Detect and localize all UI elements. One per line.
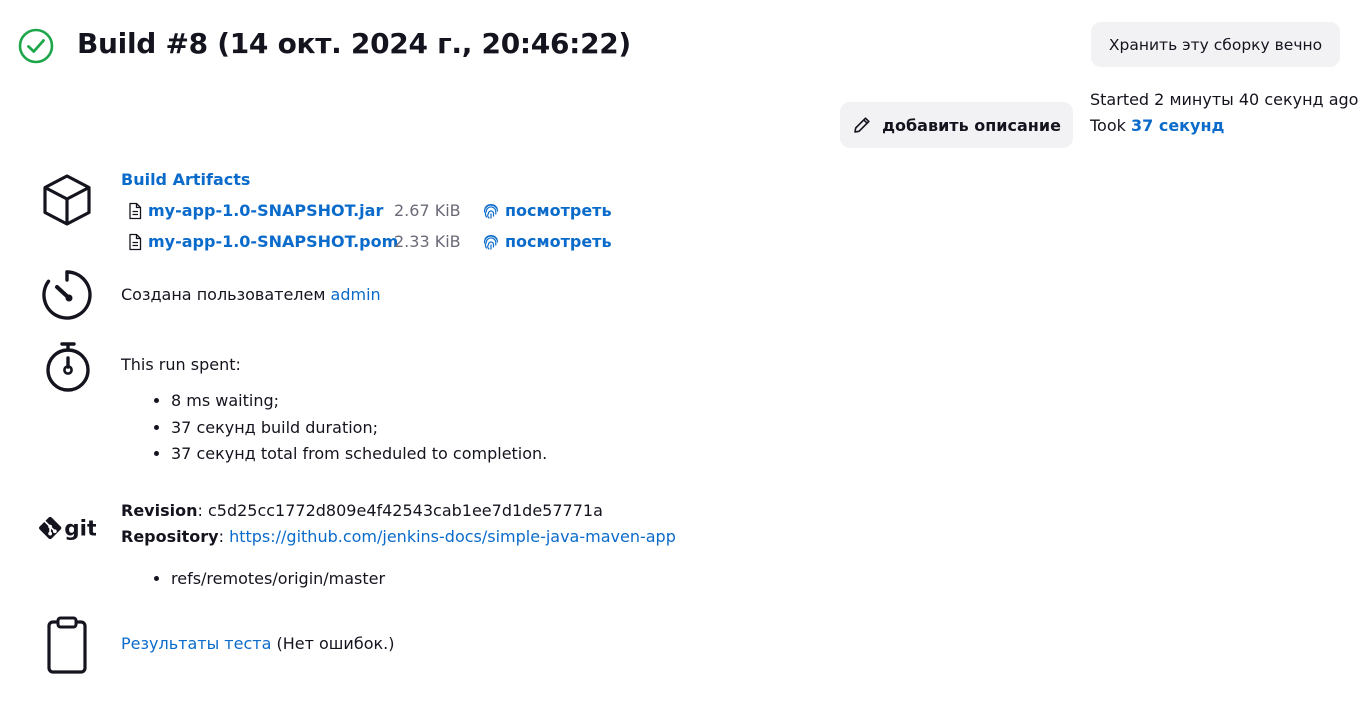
run-spent-title: This run spent: xyxy=(121,355,241,374)
keep-forever-button[interactable]: Хранить эту сборку вечно xyxy=(1091,22,1340,67)
took-duration-link[interactable]: 37 секунд xyxy=(1131,116,1224,135)
run-spent: This run spent: 8 ms waiting; 37 секунд … xyxy=(121,355,547,468)
list-item: 37 секунд total from scheduled to comple… xyxy=(171,441,547,468)
build-timing: Started 2 минуты 40 секунд ago Took 37 с… xyxy=(1090,87,1358,139)
artifact-view-link[interactable]: посмотреть xyxy=(505,201,612,220)
took-prefix: Took xyxy=(1090,116,1126,135)
user-link[interactable]: admin xyxy=(331,285,381,304)
branch-item: refs/remotes/origin/master xyxy=(171,566,676,592)
test-results: Результаты теста (Нет ошибок.) xyxy=(121,634,394,653)
artifact-file-link[interactable]: my-app-1.0-SNAPSHOT.jar xyxy=(148,201,394,220)
artifact-size: 2.33 KiB xyxy=(394,232,461,251)
revision-line: Revision: c5d25cc1772d809e4f42543cab1ee7… xyxy=(121,501,603,520)
artifact-row: my-app-1.0-SNAPSHOT.pom 2.33 KiB посмотр… xyxy=(121,226,612,257)
took-text: Took 37 секунд xyxy=(1090,113,1358,139)
test-results-summary: (Нет ошибок.) xyxy=(276,634,395,653)
package-icon xyxy=(38,172,96,228)
revision-label: Revision xyxy=(121,501,198,520)
timer-icon xyxy=(38,268,96,322)
add-description-button[interactable]: добавить описание xyxy=(840,102,1073,148)
clipboard-icon xyxy=(38,616,96,676)
list-item: 37 секунд build duration; xyxy=(171,415,547,442)
git-info: Revision: c5d25cc1772d809e4f42543cab1ee7… xyxy=(121,498,676,592)
file-icon xyxy=(129,233,142,250)
page-title: Build #8 (14 окт. 2024 г., 20:46:22) xyxy=(77,27,631,60)
build-artifacts: Build Artifacts my-app-1.0-SNAPSHOT.jar … xyxy=(121,170,612,257)
repository-line: Repository: https://github.com/jenkins-d… xyxy=(121,527,676,546)
revision-hash: c5d25cc1772d809e4f42543cab1ee7d1de57771a xyxy=(207,501,603,520)
build-artifacts-link[interactable]: Build Artifacts xyxy=(121,170,612,189)
git-logo-icon: git xyxy=(38,512,96,544)
fingerprint-icon[interactable] xyxy=(482,233,500,251)
artifact-file-link[interactable]: my-app-1.0-SNAPSHOT.pom xyxy=(148,232,398,251)
add-description-label: добавить описание xyxy=(882,115,1061,135)
stopwatch-icon xyxy=(38,340,96,394)
artifact-row: my-app-1.0-SNAPSHOT.jar 2.67 KiB посмотр… xyxy=(121,195,612,226)
success-check-icon xyxy=(18,28,54,64)
repository-label: Repository xyxy=(121,527,219,546)
keep-forever-label: Хранить эту сборку вечно xyxy=(1108,35,1323,54)
fingerprint-icon[interactable] xyxy=(482,202,500,220)
svg-text:git: git xyxy=(64,516,96,541)
list-item: 8 ms waiting; xyxy=(171,388,547,415)
repository-link[interactable]: https://github.com/jenkins-docs/simple-j… xyxy=(229,527,676,546)
artifact-size: 2.67 KiB xyxy=(394,201,461,220)
started-text: Started 2 минуты 40 секунд ago xyxy=(1090,90,1359,109)
artifact-view-link[interactable]: посмотреть xyxy=(505,232,612,251)
pencil-icon xyxy=(854,117,870,133)
created-by: Создана пользователем admin xyxy=(121,285,381,304)
created-by-prefix: Создана пользователем xyxy=(121,285,326,304)
file-icon xyxy=(129,202,142,219)
test-results-link[interactable]: Результаты теста xyxy=(121,634,271,653)
